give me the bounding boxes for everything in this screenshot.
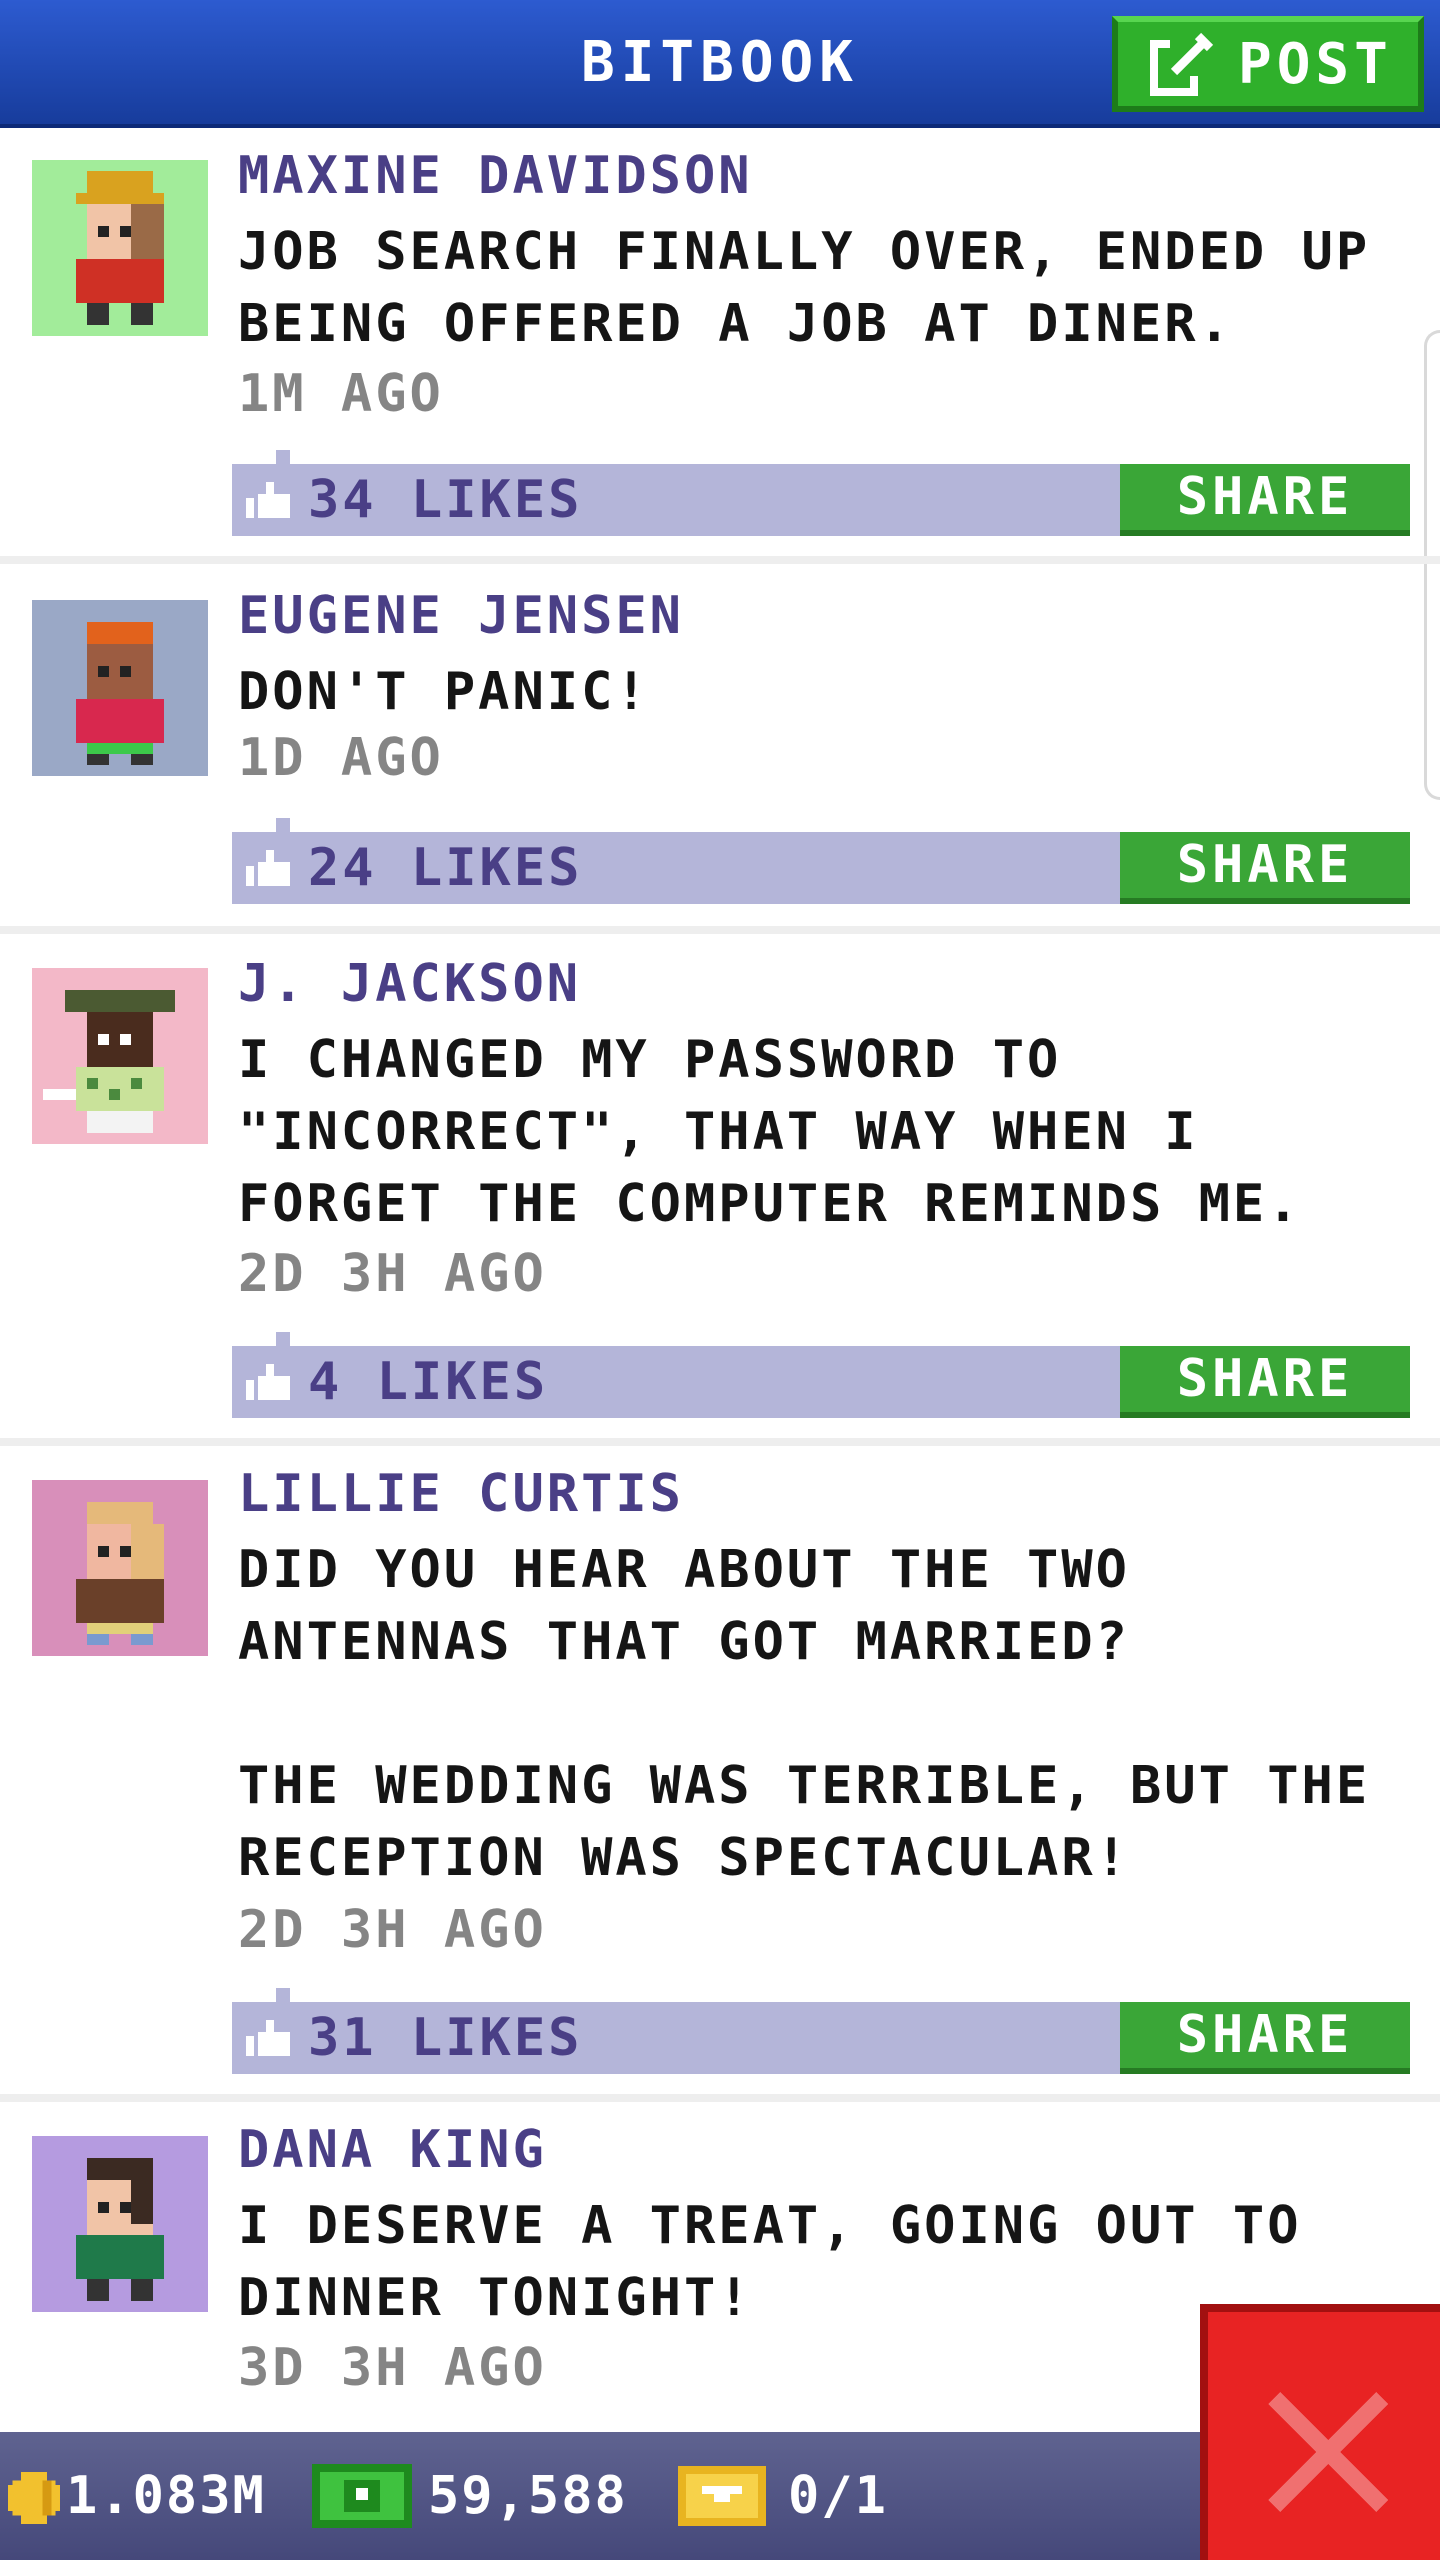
- post-time: 3D 3H AGO: [238, 2338, 547, 2398]
- like-bar: 24 LIKES SHARE: [232, 818, 1410, 904]
- avatar[interactable]: [32, 968, 208, 1144]
- like-bar: 34 LIKES SHARE: [232, 450, 1410, 536]
- ticket-count: 0/1: [788, 2466, 888, 2526]
- coin-balance: 1.083M: [66, 2466, 266, 2526]
- like-bar-tab: [276, 450, 290, 464]
- avatar[interactable]: [32, 2136, 208, 2312]
- post-message: JOB SEARCH FINALLY OVER, ENDED UP BEING …: [238, 222, 1371, 354]
- like-bar-tab: [276, 1988, 290, 2002]
- post-message: I CHANGED MY PASSWORD TO "INCORRECT", TH…: [238, 1030, 1302, 1234]
- like-count: 4 LIKES: [308, 1352, 549, 1412]
- post-divider: [0, 2094, 1440, 2102]
- post-divider: [0, 556, 1440, 564]
- feed-post: EUGENE JENSEN DON'T PANIC! 1D AGO 24 LIK…: [0, 564, 1440, 934]
- share-button[interactable]: SHARE: [1120, 2002, 1410, 2074]
- like-bar: 31 LIKES SHARE: [232, 1988, 1410, 2074]
- like-count: 31 LIKES: [308, 2008, 583, 2068]
- close-button[interactable]: [1200, 2304, 1440, 2560]
- post-button-label: POST: [1238, 31, 1393, 97]
- cash-icon: [312, 2464, 412, 2528]
- app-header: BITBOOK POST: [0, 0, 1440, 128]
- share-button[interactable]: SHARE: [1120, 464, 1410, 536]
- post-author[interactable]: MAXINE DAVIDSON: [238, 146, 753, 206]
- post-message: DON'T PANIC!: [238, 662, 650, 722]
- avatar[interactable]: [32, 600, 208, 776]
- close-icon: [1268, 2392, 1388, 2512]
- feed-post: MAXINE DAVIDSON JOB SEARCH FINALLY OVER,…: [0, 132, 1440, 564]
- post-author[interactable]: EUGENE JENSEN: [238, 586, 684, 646]
- like-bar-tab: [276, 818, 290, 832]
- feed-post: LILLIE CURTIS DID YOU HEAR ABOUT THE TWO…: [0, 1446, 1440, 2102]
- like-count: 34 LIKES: [308, 470, 583, 530]
- share-button[interactable]: SHARE: [1120, 1346, 1410, 1418]
- avatar[interactable]: [32, 1480, 208, 1656]
- coin-icon: [8, 2472, 60, 2524]
- post-time: 1M AGO: [238, 364, 444, 424]
- feed-post: J. JACKSON I CHANGED MY PASSWORD TO "INC…: [0, 934, 1440, 1446]
- thumbs-up-icon[interactable]: [246, 1364, 290, 1400]
- share-button[interactable]: SHARE: [1120, 832, 1410, 904]
- post-author[interactable]: DANA KING: [238, 2120, 547, 2180]
- thumbs-up-icon[interactable]: [246, 850, 290, 886]
- like-bar: 4 LIKES SHARE: [232, 1332, 1410, 1418]
- avatar[interactable]: [32, 160, 208, 336]
- cash-balance: 59,588: [428, 2466, 628, 2526]
- post-message: DID YOU HEAR ABOUT THE TWO ANTENNAS THAT…: [238, 1540, 1371, 1888]
- post-time: 2D 3H AGO: [238, 1244, 547, 1304]
- like-bar-tab: [276, 1332, 290, 1346]
- post-time: 1D AGO: [238, 728, 444, 788]
- thumbs-up-icon[interactable]: [246, 482, 290, 518]
- post-divider: [0, 926, 1440, 934]
- edit-icon: [1150, 32, 1214, 96]
- post-author[interactable]: LILLIE CURTIS: [238, 1464, 684, 1524]
- post-divider: [0, 1438, 1440, 1446]
- thumbs-up-icon[interactable]: [246, 2020, 290, 2056]
- post-time: 2D 3H AGO: [238, 1900, 547, 1960]
- like-count: 24 LIKES: [308, 838, 583, 898]
- post-button[interactable]: POST: [1112, 16, 1424, 112]
- ticket-icon: [678, 2466, 766, 2526]
- post-author[interactable]: J. JACKSON: [238, 954, 581, 1014]
